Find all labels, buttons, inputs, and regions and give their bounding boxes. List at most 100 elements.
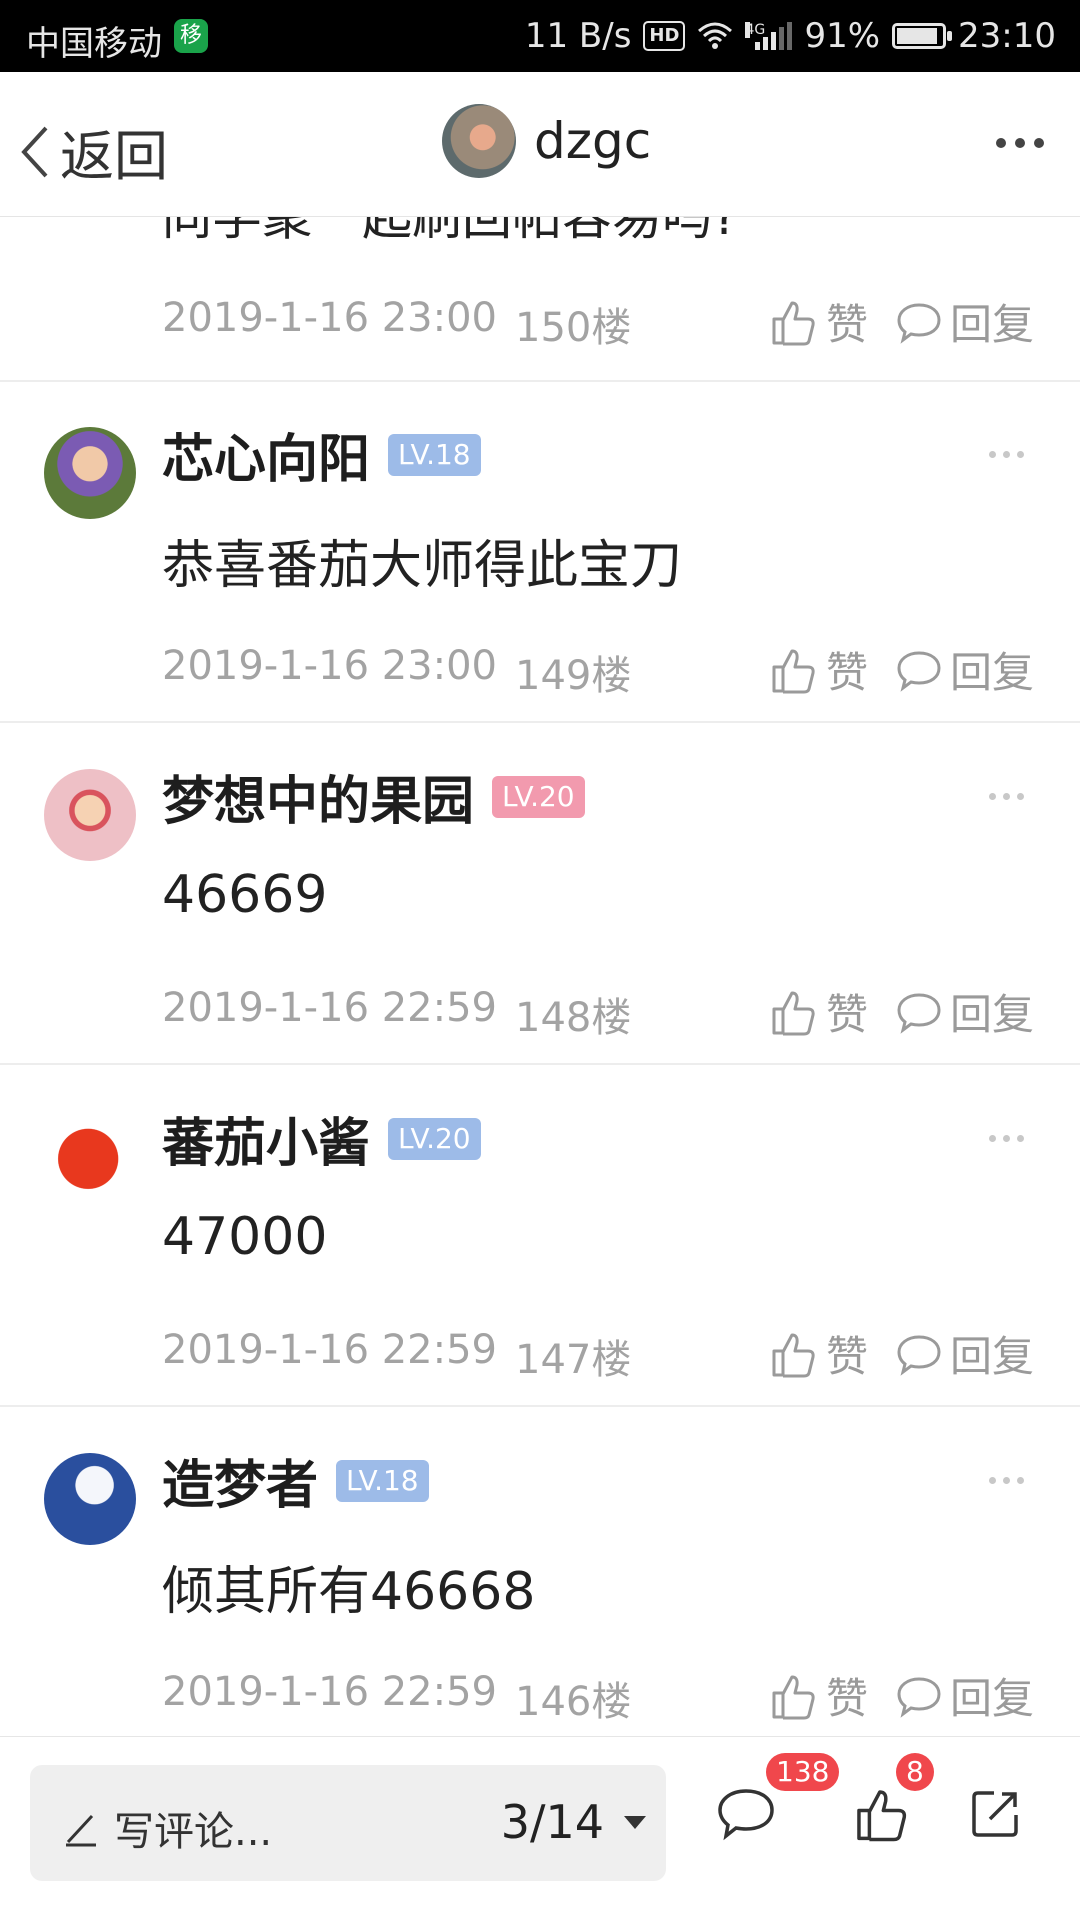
reply-item[interactable]: 蕃茄小酱 LV.20 47000 2019-1-16 22:59 147楼 赞 回复 xyxy=(0,1065,1080,1405)
post-more-icon[interactable] xyxy=(989,1477,1024,1484)
network-speed: 11 B/s xyxy=(524,16,632,56)
like-label: 赞 xyxy=(825,990,868,1039)
hd-badge: HD xyxy=(643,21,686,51)
speech-bubble-icon xyxy=(897,1334,941,1376)
user-avatar[interactable] xyxy=(44,1453,136,1545)
post-actions: 赞 回复 xyxy=(768,1665,1034,1726)
reply-content: 46669 xyxy=(162,865,328,925)
reply-item[interactable]: 梦想中的果园 LV.20 46669 2019-1-16 22:59 148楼 赞 回复 xyxy=(0,723,1080,1063)
write-comment-button[interactable]: 写评论... xyxy=(62,1799,272,1857)
back-label: 返回 xyxy=(60,125,168,188)
more-icon[interactable] xyxy=(996,138,1044,148)
reply-content: 47000 xyxy=(162,1207,328,1267)
reply-label: 回复 xyxy=(949,1332,1034,1381)
post-meta: 2019-1-16 22:59 147楼 xyxy=(162,1327,631,1385)
like-label: 赞 xyxy=(825,1674,868,1723)
reply-button[interactable]: 回复 xyxy=(896,291,1034,352)
speech-bubble-icon xyxy=(897,650,941,692)
reply-content: 倾其所有46668 xyxy=(162,1562,536,1622)
reply-list[interactable]: 同学聚一起刷回帖容易吗? 2019-1-16 23:00 150楼 赞 回复 芯… xyxy=(0,217,1080,1735)
thread-author[interactable]: dzgc xyxy=(442,104,651,178)
speech-bubble-icon xyxy=(897,1676,941,1718)
post-floor: 149楼 xyxy=(515,653,632,699)
user-name-row: 芯心向阳 LV.18 xyxy=(162,417,481,492)
reply-button[interactable]: 回复 xyxy=(896,1665,1034,1726)
post-meta: 2019-1-16 23:00 149楼 xyxy=(162,643,631,701)
reply-label: 回复 xyxy=(949,990,1034,1039)
user-name[interactable]: 造梦者 xyxy=(162,1443,318,1518)
back-chevron-icon xyxy=(21,126,48,177)
thumbs-up-icon xyxy=(772,991,815,1035)
user-name[interactable]: 芯心向阳 xyxy=(162,417,370,492)
battery-icon xyxy=(892,23,953,49)
pencil-icon xyxy=(66,1814,96,1847)
user-name[interactable]: 蕃茄小酱 xyxy=(162,1101,370,1176)
post-actions: 赞 回复 xyxy=(768,1323,1034,1384)
reply-button[interactable]: 回复 xyxy=(896,981,1034,1042)
like-button[interactable]: 赞 xyxy=(768,291,868,352)
author-avatar[interactable] xyxy=(442,104,516,178)
post-meta: 2019-1-16 22:59 148楼 xyxy=(162,985,631,1043)
user-name-row: 梦想中的果园 LV.20 xyxy=(162,759,585,834)
level-badge: LV.18 xyxy=(388,433,481,476)
like-label: 赞 xyxy=(825,648,868,697)
user-avatar[interactable] xyxy=(44,769,136,861)
level-badge: LV.18 xyxy=(336,1459,429,1502)
user-avatar[interactable] xyxy=(44,1111,136,1203)
cellular-signal-icon: 4G xyxy=(745,22,793,50)
like-button[interactable]: 赞 xyxy=(768,1323,868,1384)
post-floor: 150楼 xyxy=(515,305,632,351)
user-avatar[interactable] xyxy=(44,427,136,519)
wifi-icon xyxy=(698,22,733,49)
network-type: 4G xyxy=(745,22,766,38)
post-more-icon[interactable] xyxy=(989,451,1024,458)
speech-bubble-icon xyxy=(897,302,941,344)
post-time: 2019-1-16 22:59 xyxy=(162,1669,497,1715)
post-more-icon[interactable] xyxy=(989,1135,1024,1142)
status-bar: 中国移动 移 11 B/s HD 4G 91% 23:10 xyxy=(0,0,1080,72)
reply-label: 回复 xyxy=(949,1674,1034,1723)
page-selector[interactable]: 3/14 xyxy=(501,1795,646,1849)
post-floor: 147楼 xyxy=(515,1337,632,1383)
share-icon xyxy=(972,1791,1018,1837)
page-indicator: 3/14 xyxy=(500,1795,604,1849)
reply-button[interactable]: 回复 xyxy=(896,639,1034,700)
like-label: 赞 xyxy=(825,300,868,349)
comment-count-badge: 138 xyxy=(766,1753,840,1791)
level-badge: LV.20 xyxy=(388,1117,481,1160)
post-time: 2019-1-16 23:00 xyxy=(162,643,497,689)
comment-input-bar[interactable]: 写评论... 3/14 xyxy=(30,1765,666,1881)
partial-post-content: 同学聚一起刷回帖容易吗? xyxy=(162,217,739,246)
like-button[interactable]: 赞 xyxy=(768,639,868,700)
like-button[interactable]: 赞 xyxy=(768,981,868,1042)
reply-content: 恭喜番茄大师得此宝刀 xyxy=(162,536,683,596)
speech-bubble-icon xyxy=(897,992,941,1034)
thumbs-up-icon xyxy=(772,649,815,693)
reply-button[interactable]: 回复 xyxy=(896,1323,1034,1384)
top-navbar: 返回 dzgc xyxy=(0,72,1080,217)
post-more-icon[interactable] xyxy=(989,793,1024,800)
post-meta: 2019-1-16 22:59 146楼 xyxy=(162,1669,631,1727)
thumbs-up-icon xyxy=(772,301,815,345)
reply-item[interactable]: 芯心向阳 LV.18 恭喜番茄大师得此宝刀 2019-1-16 23:00 149楼 赞 回… xyxy=(0,381,1080,721)
post-actions: 赞 回复 xyxy=(768,639,1034,700)
bottom-bar: 写评论... 3/14 138 8 xyxy=(0,1736,1080,1921)
post-floor: 148楼 xyxy=(515,995,632,1041)
back-button[interactable]: 返回 xyxy=(20,112,168,191)
dropdown-caret-icon xyxy=(624,1815,646,1829)
reply-item[interactable]: 造梦者 LV.18 倾其所有46668 2019-1-16 22:59 146楼 赞 回复 xyxy=(0,1407,1080,1735)
thumbs-up-icon xyxy=(772,1333,815,1377)
like-thread-button[interactable]: 8 xyxy=(852,1753,934,1847)
like-count-badge: 8 xyxy=(896,1753,934,1791)
like-button[interactable]: 赞 xyxy=(768,1665,868,1726)
share-button[interactable] xyxy=(968,1785,1024,1845)
status-right-group: 11 B/s HD 4G 91% 23:10 xyxy=(525,16,1056,56)
reply-label: 回复 xyxy=(949,300,1034,349)
user-name[interactable]: 梦想中的果园 xyxy=(162,759,474,834)
battery-percent: 91% xyxy=(804,16,881,56)
post-time: 2019-1-16 23:00 xyxy=(162,295,497,341)
user-name-row: 蕃茄小酱 LV.20 xyxy=(162,1101,481,1176)
author-name[interactable]: dzgc xyxy=(534,112,651,170)
post-floor: 146楼 xyxy=(515,1679,632,1725)
comments-button[interactable]: 138 xyxy=(716,1753,840,1845)
